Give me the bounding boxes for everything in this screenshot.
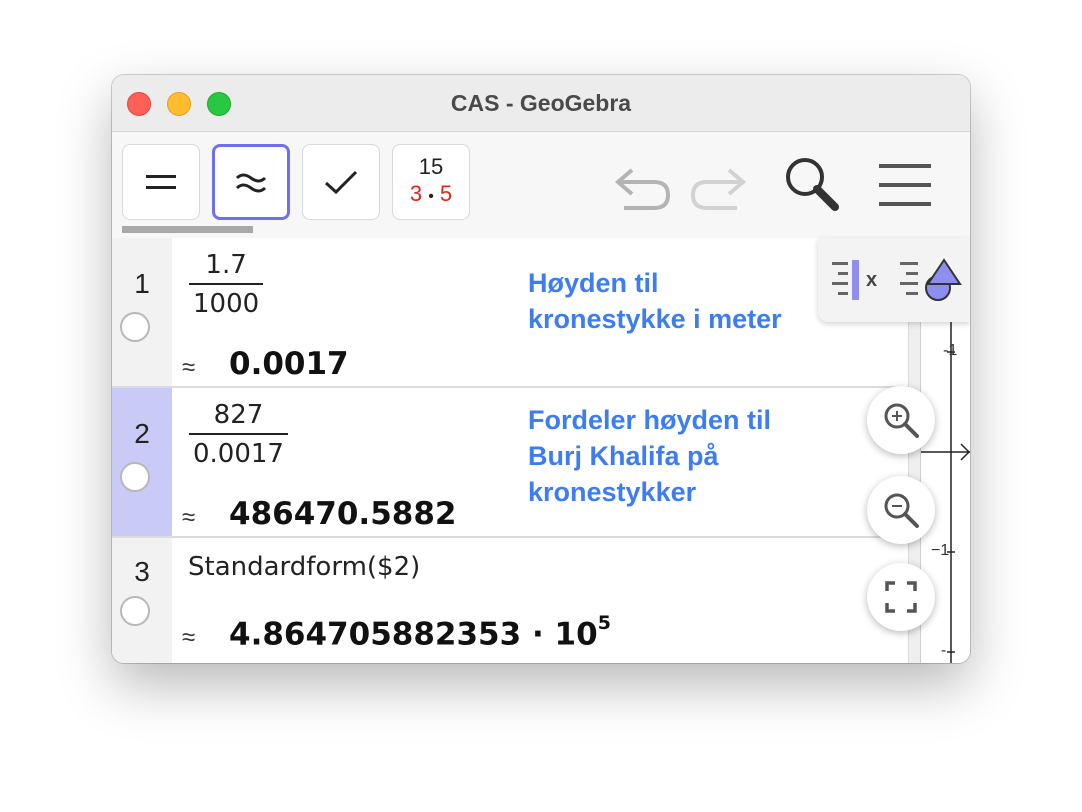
factor-right-number: 5 (439, 180, 453, 206)
zoom-in-button[interactable] (867, 386, 935, 454)
factor-left-number: 3 (409, 180, 423, 206)
row-number: 1 (134, 268, 150, 299)
row-output: 0.0017 (229, 346, 349, 382)
axis-tick-label: - (941, 642, 947, 659)
row-margin[interactable] (112, 238, 172, 386)
factor-button[interactable]: 15 3 • 5 (392, 144, 470, 220)
fraction-denominator: 0.0017 (193, 438, 284, 469)
checkmark-icon (324, 170, 358, 195)
fraction-numerator: 827 (213, 400, 264, 430)
note-row-1: Høyden til kronestykke i meter (528, 265, 782, 337)
row-visibility-toggle[interactable] (120, 462, 150, 492)
hamburger-menu-icon[interactable] (877, 162, 933, 208)
geogebra-window: CAS - GeoGebra 15 3 • 5 1 1.7 1000 ≈ 0.0… (112, 75, 970, 663)
svg-text:x: x (866, 269, 877, 291)
row-output: 486470.5882 (229, 496, 457, 532)
row-output: 4.864705882353 · 105 (229, 612, 611, 653)
graphics-view-icon[interactable] (898, 252, 964, 306)
result-exponent: 5 (597, 612, 611, 634)
equals-icon (146, 175, 176, 189)
note-row-2-line-2: Burj Khalifa på (528, 441, 719, 471)
zoom-out-button[interactable] (867, 476, 935, 544)
axis-tick-label: -1 (943, 342, 958, 359)
zoom-in-icon (884, 403, 919, 438)
approx-symbol: ≈ (182, 504, 196, 531)
result-mantissa: 4.864705882353 · 10 (229, 616, 598, 653)
note-row-1-line-1: Høyden til (528, 268, 659, 298)
note-row-1-line-2: kronestykke i meter (528, 304, 782, 334)
active-tab-indicator (122, 226, 253, 233)
row-visibility-toggle[interactable] (120, 312, 150, 342)
fullscreen-icon (885, 581, 917, 613)
algebra-view-icon[interactable]: x (830, 258, 890, 302)
keep-input-button[interactable] (302, 144, 380, 220)
row-input-fraction[interactable]: 827 0.0017 (189, 400, 288, 469)
approx-symbol: ≈ (182, 354, 196, 381)
cas-row-1[interactable]: 1 1.7 1000 ≈ 0.0017 (112, 238, 912, 388)
row-margin[interactable] (112, 388, 172, 536)
factor-top-number: 15 (418, 153, 444, 179)
row-number: 3 (134, 556, 150, 587)
factor-dot: • (428, 187, 434, 205)
undo-icon[interactable] (612, 162, 674, 212)
note-row-2: Fordeler høyden til Burj Khalifa på kron… (528, 402, 771, 510)
row-visibility-toggle[interactable] (120, 596, 150, 626)
evaluate-button[interactable] (122, 144, 200, 220)
fraction-denominator: 1000 (193, 288, 260, 319)
search-icon[interactable] (782, 154, 842, 214)
row-number: 2 (134, 418, 150, 449)
view-switcher: x (818, 238, 970, 322)
row-input-text[interactable]: Standardform($2) (188, 552, 420, 582)
numeric-button[interactable] (212, 144, 290, 220)
note-row-2-line-3: kronestykker (528, 477, 697, 507)
approx-icon (235, 173, 267, 193)
approx-symbol: ≈ (182, 624, 196, 651)
row-input-fraction[interactable]: 1.7 1000 (189, 250, 264, 319)
title-bar: CAS - GeoGebra (112, 75, 970, 132)
fraction-numerator: 1.7 (205, 250, 247, 280)
window-title: CAS - GeoGebra (450, 90, 632, 116)
redo-icon[interactable] (687, 162, 749, 212)
axis-tick-label: −1 (931, 542, 950, 559)
note-row-2-line-1: Fordeler høyden til (528, 405, 772, 435)
cas-toolbar: 15 3 • 5 (112, 132, 970, 238)
zoom-out-icon (884, 493, 919, 528)
cas-row-2[interactable]: 2 827 0.0017 ≈ 486470.5882 (112, 388, 912, 538)
cas-row-3[interactable]: 3 Standardform($2) ≈ 4.864705882353 · 10… (112, 538, 912, 663)
fullscreen-button[interactable] (867, 563, 935, 631)
